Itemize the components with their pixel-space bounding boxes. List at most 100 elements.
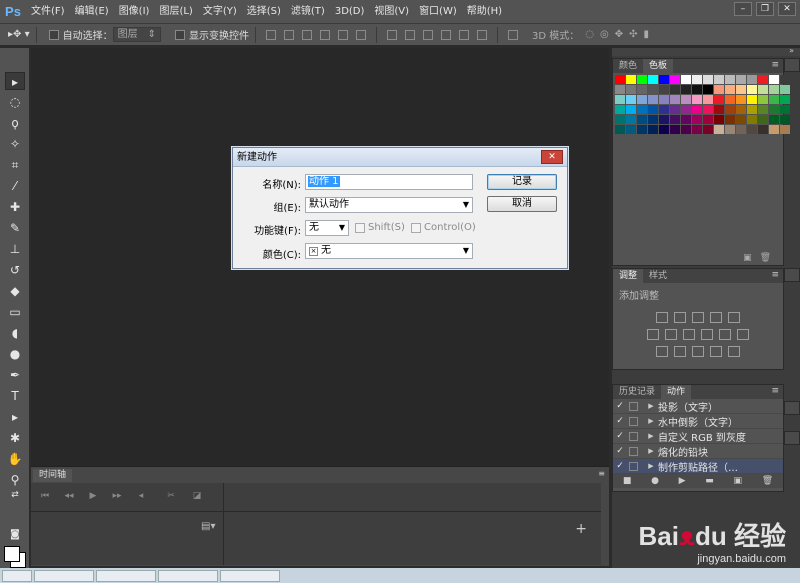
color-swatch[interactable]	[648, 115, 658, 124]
taskbar-item[interactable]	[34, 569, 94, 582]
menu-item[interactable]: 文件(F)	[26, 0, 70, 24]
threshold-icon[interactable]	[692, 346, 704, 357]
color-swatch[interactable]	[659, 115, 669, 124]
menu-item[interactable]: 图层(L)	[154, 0, 197, 24]
color-swatch[interactable]	[659, 75, 669, 84]
menu-item[interactable]: 帮助(H)	[462, 0, 507, 24]
taskbar-item[interactable]	[158, 569, 218, 582]
color-swatch[interactable]	[703, 85, 713, 94]
crop-tool-icon[interactable]: ⌗	[5, 156, 25, 174]
marquee-tool-icon[interactable]: ◌	[5, 93, 25, 111]
history-brush-icon[interactable]: ↺	[5, 261, 25, 279]
color-swatch[interactable]	[670, 95, 680, 104]
panel-menu-icon[interactable]: ≡	[771, 270, 779, 280]
color-swatch[interactable]	[692, 85, 702, 94]
collapsed-panel-button[interactable]	[784, 401, 800, 415]
color-swatch[interactable]	[681, 75, 691, 84]
transition-icon[interactable]: ◪	[191, 491, 203, 503]
move-tool-icon[interactable]: ▸✥ ▾	[8, 29, 30, 40]
stamp-tool-icon[interactable]: ⊥	[5, 240, 25, 258]
color-swatch[interactable]	[637, 75, 647, 84]
eyedropper-tool-icon[interactable]: ⁄	[5, 177, 25, 195]
collapsed-panel-button[interactable]	[784, 58, 800, 72]
color-lookup-icon[interactable]	[737, 329, 749, 340]
color-swatch[interactable]	[736, 115, 746, 124]
color-swatch[interactable]	[714, 85, 724, 94]
color-swatch[interactable]	[725, 75, 735, 84]
lasso-tool-icon[interactable]: ϙ	[5, 114, 25, 132]
color-swatch[interactable]	[670, 75, 680, 84]
color-swatch[interactable]	[615, 95, 625, 104]
align-right-icon[interactable]	[356, 29, 366, 40]
stop-icon[interactable]: ■	[623, 476, 632, 486]
color-swatch[interactable]	[670, 125, 680, 134]
color-swatch[interactable]	[626, 105, 636, 114]
hue-saturation-icon[interactable]	[647, 329, 659, 340]
delete-icon[interactable]: 🗑	[762, 476, 773, 486]
color-swatch[interactable]	[747, 115, 757, 124]
shift-checkbox[interactable]: Shift(S)	[355, 222, 405, 233]
auto-align-icon[interactable]	[508, 29, 518, 40]
film-icon[interactable]: ▤▾	[201, 521, 215, 532]
color-swatch[interactable]	[780, 115, 790, 124]
photo-filter-icon[interactable]	[701, 329, 713, 340]
color-swatch[interactable]	[714, 125, 724, 134]
expand-triangle-icon[interactable]: ▶	[644, 462, 658, 470]
color-swatch[interactable]	[681, 125, 691, 134]
color-swatch[interactable]	[769, 75, 779, 84]
expand-triangle-icon[interactable]: ▶	[644, 447, 658, 455]
color-swatch[interactable]	[659, 125, 669, 134]
dialog-toggle-icon[interactable]	[629, 431, 638, 441]
menu-item[interactable]: 视图(V)	[369, 0, 414, 24]
distribute-bottom-icon[interactable]	[423, 29, 433, 40]
magic-wand-icon[interactable]: ✧	[5, 135, 25, 153]
color-swatch[interactable]	[714, 115, 724, 124]
record-button[interactable]: 记录	[487, 174, 557, 190]
timeline-tab[interactable]: 时间轴	[33, 469, 73, 482]
restore-button[interactable]: ❐	[756, 2, 774, 16]
align-bottom-icon[interactable]	[302, 29, 312, 40]
distribute-vcenter-icon[interactable]	[405, 29, 415, 40]
shift-checkbox-box[interactable]	[355, 222, 365, 233]
control-checkbox-box[interactable]	[411, 222, 421, 233]
channel-mixer-icon[interactable]	[719, 329, 731, 340]
move-tool-icon[interactable]: ▸	[5, 72, 25, 90]
check-icon[interactable]: ✓	[613, 401, 627, 411]
add-track-icon[interactable]: +	[575, 521, 587, 537]
color-swatch[interactable]	[703, 125, 713, 134]
swap-colors-icon[interactable]: ⇄	[5, 486, 25, 504]
exposure-icon[interactable]	[710, 312, 722, 323]
path-selection-icon[interactable]: ▸	[5, 408, 25, 426]
dialog-toggle-icon[interactable]	[629, 446, 638, 456]
dialog-toggle-icon[interactable]	[629, 416, 638, 426]
color-swatch[interactable]	[681, 105, 691, 114]
color-swatch[interactable]	[637, 105, 647, 114]
color-swatch[interactable]	[780, 105, 790, 114]
next-frame-icon[interactable]: ▸▸	[111, 491, 123, 503]
collapsed-panel-button[interactable]	[784, 268, 800, 282]
action-row[interactable]: ✓ ▶ 熔化的铅块	[613, 444, 783, 459]
brush-tool-icon[interactable]: ✎	[5, 219, 25, 237]
align-left-icon[interactable]	[320, 29, 330, 40]
prev-frame-icon[interactable]: ◂◂	[63, 491, 75, 503]
distribute-hcenter-icon[interactable]	[459, 29, 469, 40]
color-swatch[interactable]	[714, 105, 724, 114]
healing-brush-icon[interactable]: ✚	[5, 198, 25, 216]
menu-item[interactable]: 滤镜(T)	[286, 0, 330, 24]
action-row[interactable]: ✓ ▶ 投影（文字）	[613, 399, 783, 414]
color-swatch[interactable]	[659, 95, 669, 104]
tab-actions[interactable]: 动作	[661, 385, 692, 399]
color-swatch[interactable]	[703, 95, 713, 104]
panel-menu-icon[interactable]: ≡	[771, 386, 779, 396]
color-swatch[interactable]	[780, 85, 790, 94]
new-set-icon[interactable]: ▬	[705, 476, 714, 486]
color-swatch[interactable]	[681, 95, 691, 104]
menu-item[interactable]: 编辑(E)	[70, 0, 114, 24]
play-icon[interactable]: ▶	[87, 491, 99, 503]
tab-styles[interactable]: 样式	[643, 269, 673, 283]
color-swatch[interactable]	[725, 115, 735, 124]
first-frame-icon[interactable]: ⏮	[39, 491, 51, 503]
color-swatch[interactable]	[769, 105, 779, 114]
distribute-top-icon[interactable]	[387, 29, 397, 40]
collapse-icon[interactable]: »	[789, 46, 794, 55]
